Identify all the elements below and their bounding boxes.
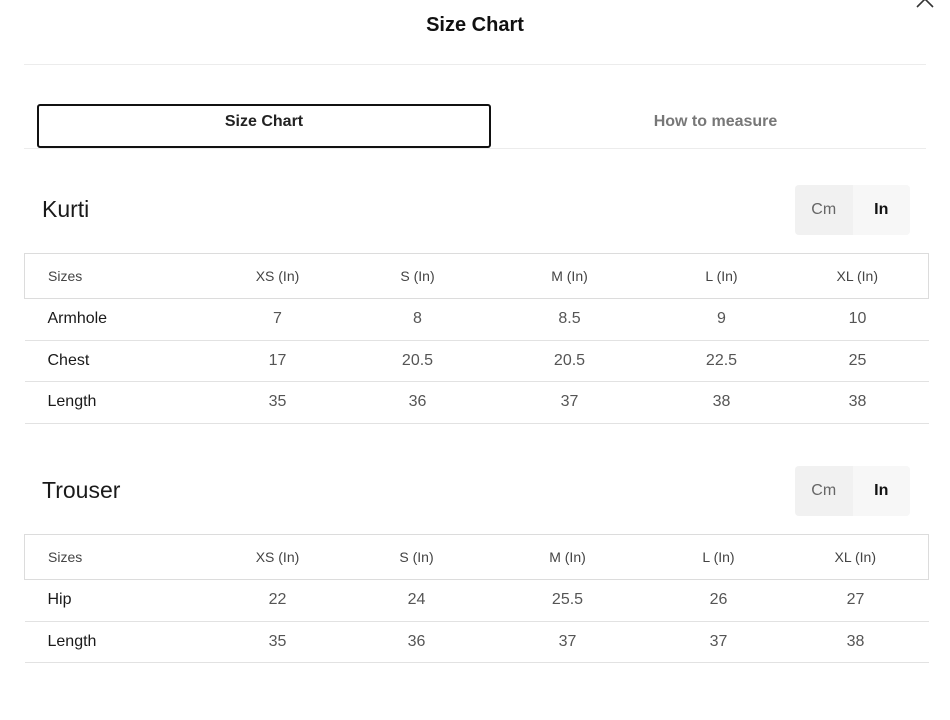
table-header-row: Sizes XS (In) S (In) M (In) L (In) XL (I…	[24, 253, 929, 299]
table-cell: 36	[352, 621, 481, 663]
table-cell: 35	[202, 381, 353, 424]
column-header: L (In)	[656, 253, 787, 299]
table-cell: 20.5	[352, 340, 483, 382]
table-cell: 8.5	[482, 298, 657, 341]
table-cell: 38	[656, 381, 787, 424]
row-label: Length	[24, 381, 203, 424]
close-button[interactable]	[914, 0, 936, 10]
table-cell: 17	[202, 340, 353, 382]
table-cell: 37	[654, 621, 783, 663]
column-header: XS (In)	[202, 253, 353, 299]
row-label: Length	[24, 621, 203, 663]
kurti-unit-cm-button[interactable]: Cm	[795, 185, 853, 235]
table-cell: 22	[202, 579, 353, 622]
table-row: Chest 17 20.5 20.5 22.5 25	[24, 340, 929, 382]
table-row: Armhole 7 8 8.5 9 10	[24, 298, 929, 341]
table-cell: 38	[782, 621, 929, 663]
title-divider	[24, 64, 926, 65]
table-cell: 37	[482, 381, 657, 424]
table-cell: 36	[352, 381, 483, 424]
kurti-unit-toggle: Cm In	[795, 185, 910, 235]
tab-how-to-measure[interactable]: How to measure	[491, 104, 940, 148]
table-cell: 24	[352, 579, 481, 622]
row-label: Chest	[24, 340, 203, 382]
column-header: S (In)	[352, 534, 481, 580]
table-cell: 35	[202, 621, 353, 663]
table-cell: 20.5	[482, 340, 657, 382]
kurti-size-table: Sizes XS (In) S (In) M (In) L (In) XL (I…	[24, 253, 929, 424]
tab-bar: Size Chart How to measure	[24, 104, 926, 149]
trouser-unit-in-button[interactable]: In	[852, 466, 910, 516]
column-header: M (In)	[480, 534, 655, 580]
table-cell: 26	[654, 579, 783, 622]
row-label: Hip	[24, 579, 203, 622]
column-header: XL (In)	[786, 253, 929, 299]
table-row: Length 35 36 37 37 38	[24, 621, 929, 663]
table-cell: 27	[782, 579, 929, 622]
table-cell: 22.5	[656, 340, 787, 382]
tab-size-chart[interactable]: Size Chart	[37, 104, 491, 148]
table-row: Hip 22 24 25.5 26 27	[24, 579, 929, 622]
column-header: XS (In)	[202, 534, 353, 580]
trouser-size-table: Sizes XS (In) S (In) M (In) L (In) XL (I…	[24, 534, 929, 663]
table-cell: 8	[352, 298, 483, 341]
column-header: L (In)	[654, 534, 783, 580]
close-icon	[914, 0, 936, 10]
column-header: S (In)	[352, 253, 483, 299]
column-header: XL (In)	[782, 534, 929, 580]
table-cell: 10	[786, 298, 929, 341]
column-header: Sizes	[24, 253, 203, 299]
column-header: Sizes	[24, 534, 203, 580]
row-label: Armhole	[24, 298, 203, 341]
column-header: M (In)	[482, 253, 657, 299]
modal-title: Size Chart	[426, 14, 524, 36]
table-cell: 37	[480, 621, 655, 663]
table-cell: 7	[202, 298, 353, 341]
table-cell: 9	[656, 298, 787, 341]
kurti-unit-in-button[interactable]: In	[852, 185, 910, 235]
trouser-unit-cm-button[interactable]: Cm	[795, 466, 853, 516]
trouser-section-title: Trouser	[42, 477, 121, 503]
size-chart-modal: Size Chart Size Chart How to measure Kur…	[0, 0, 950, 720]
kurti-section-title: Kurti	[42, 196, 90, 222]
table-row: Length 35 36 37 38 38	[24, 381, 929, 424]
table-header-row: Sizes XS (In) S (In) M (In) L (In) XL (I…	[24, 534, 929, 580]
table-cell: 38	[786, 381, 929, 424]
table-cell: 25	[786, 340, 929, 382]
table-cell: 25.5	[480, 579, 655, 622]
trouser-unit-toggle: Cm In	[795, 466, 910, 516]
